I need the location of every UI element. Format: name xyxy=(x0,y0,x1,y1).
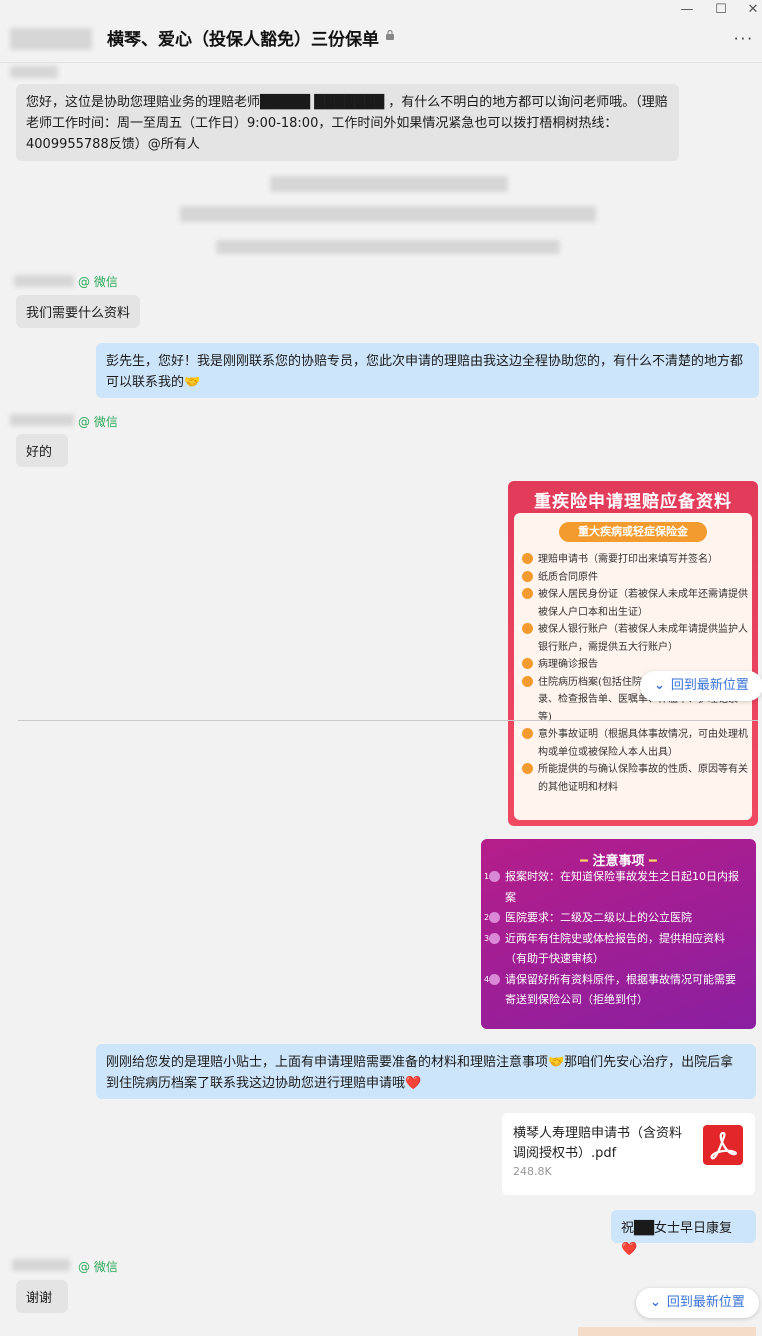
list-item: 3 近两年有住院史或体检报告的，提供相应资料（有助于快速审核） xyxy=(484,929,744,970)
item-number: 6 xyxy=(517,675,533,687)
item-number: 2 xyxy=(517,570,533,582)
sender-name xyxy=(14,275,74,287)
close-button[interactable]: ✕ xyxy=(744,3,762,17)
sender-name xyxy=(10,66,58,78)
item-number: 4 xyxy=(517,623,533,634)
notes-list: 1 报案时效：在知道保险事故发生之日起10日内报案 2 医院要求：二级及二级以上的公立… xyxy=(484,867,744,1011)
item-number: 7 xyxy=(517,728,533,739)
chevron-down-icon: ⌄ xyxy=(650,1295,661,1310)
item-number: 8 xyxy=(517,763,533,774)
message-bubble[interactable]: 好的 xyxy=(16,434,68,467)
file-size: 248.8K xyxy=(513,1165,552,1178)
system-notice xyxy=(180,206,596,222)
item-text: 被保人银行账户（若被保人未成年请提供监护人银行账户，需提供五大行账户） xyxy=(538,624,748,653)
sender-name xyxy=(12,1259,70,1271)
list-item: 4 请保留好所有资料原件，根据事故情况可能需要寄送到保险公司（拒绝到付） xyxy=(484,970,744,1011)
list-item: 2 医院要求：二级及二级以上的公立医院 xyxy=(484,908,744,929)
list-item: 3 被保人居民身份证（若被保人未成年还需请提供被保人户口本和出生证） xyxy=(517,586,748,621)
message-bubble[interactable]: 祝██女士早日康复❤️ xyxy=(611,1210,756,1257)
wechat-tag: @ 微信 xyxy=(78,1260,118,1274)
item-text: 请保留好所有资料原件，根据事故情况可能需要寄送到保险公司（拒绝到付） xyxy=(505,972,736,1007)
item-text: 理赔申请书（需要打印出来填写并签名） xyxy=(538,554,718,565)
item-number: 1 xyxy=(517,553,533,564)
claim-notes-image[interactable]: ━ 注意事项 ━ 1 报案时效：在知道保险事故发生之日起10日内报案 2 医院要求：二… xyxy=(481,839,756,1029)
item-text: 纸质合同原件 xyxy=(538,571,598,583)
message-bubble[interactable]: 谢谢 xyxy=(16,1280,68,1313)
jump-to-latest-button[interactable]: ⌄ 回到最新位置 xyxy=(640,671,762,701)
jump-label: 回到最新位置 xyxy=(666,1295,745,1310)
item-number: 2 xyxy=(484,912,500,923)
chat-title: 横琴、爱心（投保人豁免）三份保单 xyxy=(107,30,379,50)
announcement-message[interactable]: 您好，这位是协助您理赔业务的理赔老师█████ ███████ ，有什么不明白的… xyxy=(16,84,679,161)
system-notice xyxy=(216,240,560,254)
file-name: 横琴人寿理赔申请书（含资料调阅授权书）.pdf xyxy=(513,1126,683,1161)
title-bar: 横琴、爱心（投保人豁免）三份保单 — ☐ ✕ ··· xyxy=(0,0,762,63)
system-notice xyxy=(270,176,508,192)
item-number: 3 xyxy=(484,932,500,944)
list-item: 4 被保人银行账户（若被保人未成年请提供监护人银行账户，需提供五大行账户） xyxy=(517,621,748,656)
item-text: 医院要求：二级及二级以上的公立医院 xyxy=(505,911,692,924)
item-text: 所能提供的与确认保险事故的性质、原因等有关的其他证明和材料 xyxy=(538,764,748,793)
minimize-button[interactable]: — xyxy=(678,3,696,17)
item-number: 1 xyxy=(484,871,500,882)
message-bubble[interactable]: 彭先生，您好！我是刚刚联系您的协赔专员，您此次申请的理赔由我这边全程协助您的，有… xyxy=(96,343,759,398)
item-number: 3 xyxy=(517,588,533,599)
item-text: 报案时效：在知道保险事故发生之日起10日内报案 xyxy=(505,870,739,904)
wechat-tag: @ 微信 xyxy=(78,275,118,289)
group-avatar[interactable] xyxy=(10,28,92,50)
list-item: 7 意外事故证明（根据具体事故情况，可由处理机构或单位或被保险人本人出具） xyxy=(517,726,748,761)
lock-icon xyxy=(386,30,394,40)
chevron-down-icon: ⌄ xyxy=(654,678,665,693)
image-subtitle: 重大疾病或轻症保险金 xyxy=(559,522,707,542)
partial-image[interactable] xyxy=(578,1327,756,1336)
more-options-button[interactable]: ··· xyxy=(734,30,754,48)
pdf-icon xyxy=(703,1125,743,1165)
wechat-tag: @ 微信 xyxy=(78,415,118,429)
list-item: 1 报案时效：在知道保险事故发生之日起10日内报案 xyxy=(484,867,744,908)
divider xyxy=(18,720,758,721)
file-attachment[interactable]: 横琴人寿理赔申请书（含资料调阅授权书）.pdf 248.8K xyxy=(502,1113,755,1195)
claim-materials-image[interactable]: 重疾险申请理赔应备资料 重大疾病或轻症保险金 1 理赔申请书（需要打印出来填写并签… xyxy=(508,481,758,826)
item-text: 近两年有住院史或体检报告的，提供相应资料（有助于快速审核） xyxy=(505,931,725,966)
list-item: 2 纸质合同原件 xyxy=(517,569,748,587)
item-text: 病理确诊报告 xyxy=(538,659,598,670)
image-banner: 重疾险申请理赔应备资料 xyxy=(534,492,732,512)
item-text: 被保人居民身份证（若被保人未成年还需请提供被保人户口本和出生证） xyxy=(538,589,748,618)
maximize-button[interactable]: ☐ xyxy=(712,3,730,17)
message-bubble[interactable]: 我们需要什么资料 xyxy=(16,295,140,328)
item-text: 意外事故证明（根据具体事故情况，可由处理机构或单位或被保险人本人出具） xyxy=(538,729,748,758)
item-number: 5 xyxy=(517,658,533,669)
item-number: 4 xyxy=(484,973,500,985)
jump-to-latest-button[interactable]: ⌄ 回到最新位置 xyxy=(636,1288,759,1318)
list-item: 1 理赔申请书（需要打印出来填写并签名） xyxy=(517,551,748,569)
jump-label: 回到最新位置 xyxy=(670,678,749,693)
list-item: 8 所能提供的与确认保险事故的性质、原因等有关的其他证明和材料 xyxy=(517,761,748,796)
message-bubble[interactable]: 刚刚给您发的是理赔小贴士，上面有申请理赔需要准备的材料和理赔注意事项🤝那咱们先安… xyxy=(96,1044,756,1099)
sender-name xyxy=(10,414,74,426)
